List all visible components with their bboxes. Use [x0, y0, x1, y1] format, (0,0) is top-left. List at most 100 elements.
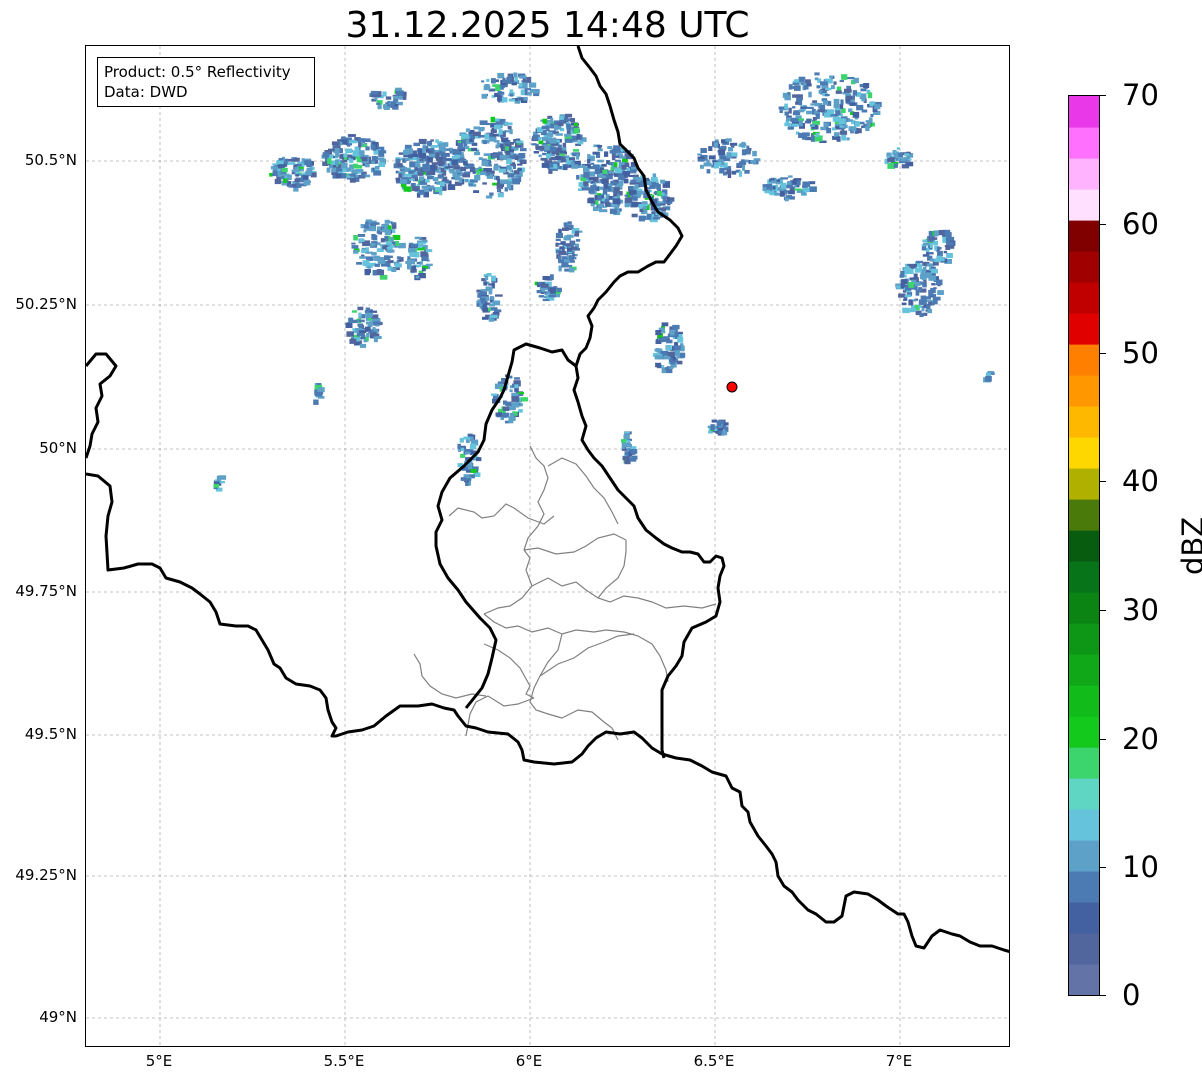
echo-pixel	[624, 197, 632, 203]
echo-pixel	[365, 307, 370, 313]
echo-pixel	[567, 221, 572, 225]
echo-pixel	[822, 100, 828, 105]
echo-pixel	[598, 203, 604, 208]
echo-pixel	[555, 242, 559, 247]
echo-pixel	[427, 186, 435, 189]
echo-pixel	[481, 93, 488, 99]
echo-pixel	[597, 194, 602, 201]
echo-pixel	[355, 164, 363, 169]
colorbar-tick-20	[1100, 739, 1106, 740]
echo-pixel	[815, 113, 820, 120]
echo-pixel	[468, 183, 474, 186]
echo-pixel	[550, 123, 554, 129]
colorbar-swatch	[1069, 933, 1099, 965]
echo-pixel	[404, 157, 411, 161]
echo-pixel	[352, 310, 357, 313]
echo-pixel	[415, 275, 420, 279]
echo-pixel	[839, 80, 844, 83]
echo-pixel	[522, 82, 528, 88]
echo-pixel	[914, 267, 922, 273]
echo-pixel	[739, 143, 747, 146]
echo-pixel	[467, 434, 476, 437]
echo-pixel	[496, 183, 503, 189]
echo-pixel	[497, 189, 502, 193]
echo-pixel	[624, 194, 629, 197]
echo-pixel	[281, 182, 287, 186]
echo-pixel	[343, 153, 348, 158]
echo-pixel	[491, 393, 498, 396]
echo-pixel	[791, 123, 799, 127]
echo-pixel	[542, 118, 548, 124]
echo-pixel	[624, 431, 630, 434]
echo-pixel	[435, 154, 440, 159]
echo-pixel	[277, 172, 282, 177]
echo-pixel	[350, 173, 356, 177]
echo-pixel	[925, 296, 931, 300]
echo-pixel	[509, 89, 514, 94]
echo-pixel	[490, 116, 495, 123]
echo-pixel	[549, 138, 557, 144]
echo-pixel	[628, 448, 634, 452]
echo-pixel	[378, 151, 384, 157]
echo-pixel	[731, 152, 738, 157]
echo-pixel	[495, 121, 500, 125]
colorbar-swatch	[1069, 437, 1099, 469]
echo-pixel	[808, 91, 812, 98]
echo-pixel	[218, 475, 227, 480]
colorbar-label-60: 60	[1122, 207, 1159, 241]
echo-pixel	[590, 185, 597, 191]
echo-pixel	[920, 281, 926, 285]
echo-pixel	[470, 469, 477, 473]
echo-pixel	[422, 163, 430, 170]
echo-pixel	[787, 126, 795, 130]
echo-pixel	[594, 170, 601, 174]
echo-pixel	[419, 176, 424, 180]
echo-pixel	[497, 91, 502, 95]
echo-pixel	[587, 198, 595, 204]
echo-pixel	[483, 85, 491, 91]
map-canvas	[86, 46, 1009, 1046]
colorbar-swatch	[1069, 189, 1099, 221]
echo-pixel	[479, 291, 487, 295]
echo-pixel	[661, 322, 669, 327]
echo-pixel	[794, 188, 802, 191]
echo-pixel	[631, 213, 638, 218]
echo-pixel	[833, 81, 837, 85]
echo-pixel	[497, 192, 504, 198]
echo-pixel	[719, 146, 727, 149]
echo-pixel	[568, 267, 575, 273]
echo-pixel	[647, 213, 652, 220]
echo-pixel	[908, 299, 913, 306]
echo-pixel	[666, 196, 670, 203]
radar-map[interactable]	[85, 45, 1010, 1047]
echo-pixel	[396, 163, 403, 168]
echo-pixel	[908, 282, 915, 288]
echo-pixel	[292, 184, 297, 188]
echo-pixel	[371, 141, 379, 145]
echo-pixel	[479, 171, 486, 176]
echo-pixel	[460, 167, 467, 171]
echo-pixel	[388, 241, 392, 243]
echo-pixel	[370, 243, 376, 247]
echo-pixel	[577, 141, 584, 145]
echo-pixel	[494, 124, 501, 130]
radar-site-marker	[726, 381, 738, 393]
colorbar-swatch	[1069, 127, 1099, 159]
echo-pixel	[629, 458, 637, 462]
echo-pixel	[601, 179, 608, 184]
echo-pixel	[642, 204, 649, 206]
echo-pixel	[665, 345, 672, 351]
echo-pixel	[571, 246, 578, 250]
colorbar-label-50: 50	[1122, 336, 1159, 370]
echo-pixel	[501, 137, 509, 142]
echo-pixel	[805, 106, 814, 109]
echo-pixel	[597, 159, 604, 163]
border-belgium-germany-north	[86, 352, 118, 459]
echo-pixel	[509, 129, 513, 135]
echo-pixel	[902, 307, 910, 314]
echo-pixel	[509, 93, 513, 97]
echo-pixel	[506, 165, 512, 170]
echo-pixel	[442, 148, 446, 153]
echo-pixel	[555, 133, 563, 136]
echo-pixel	[440, 167, 445, 173]
